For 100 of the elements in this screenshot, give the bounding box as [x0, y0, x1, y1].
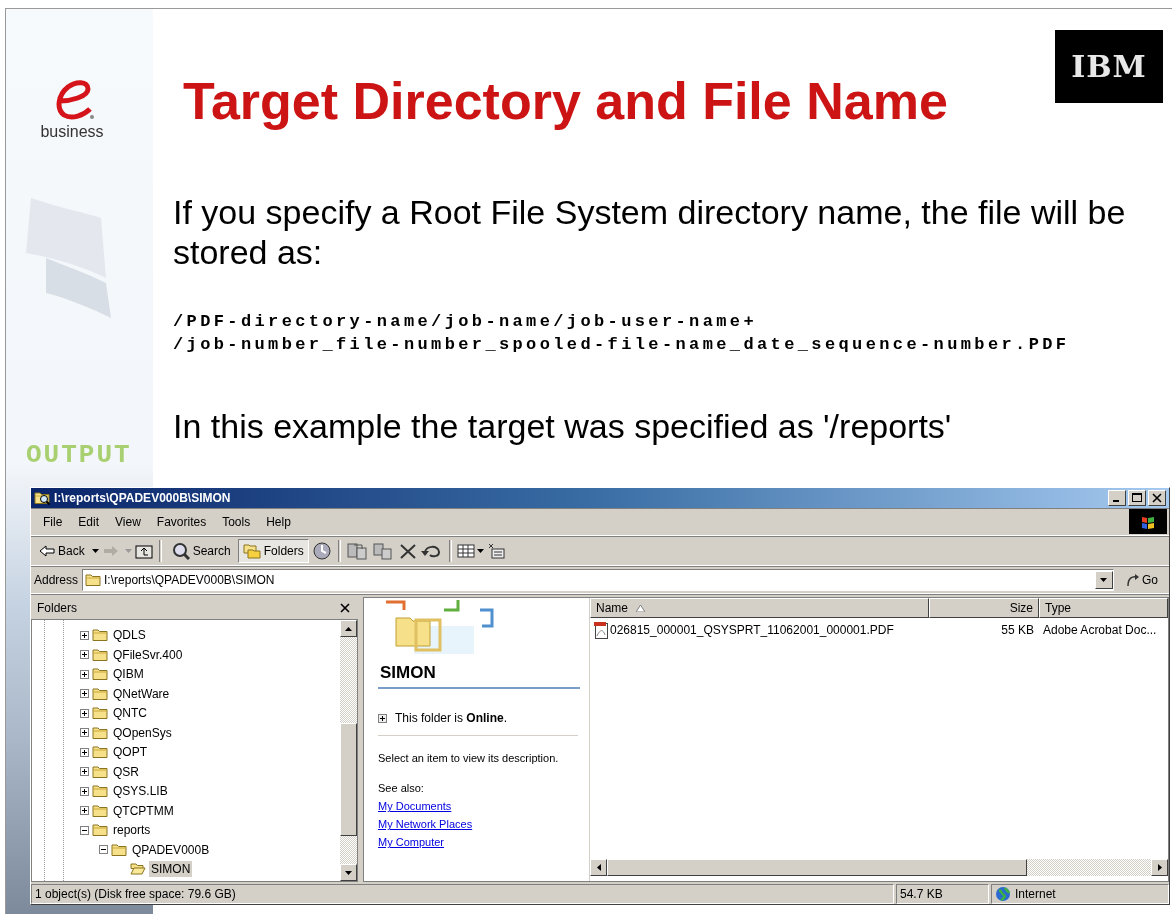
scrollbar-thumb[interactable]	[340, 723, 357, 837]
link[interactable]: My Documents	[378, 800, 452, 813]
expand-icon[interactable]	[80, 630, 89, 640]
tree-item[interactable]: QPADEV000B	[130, 841, 212, 858]
back-arrow-icon	[39, 545, 55, 558]
folder-icon	[111, 841, 127, 858]
scroll-left-icon[interactable]	[596, 864, 601, 872]
menu-item[interactable]: File	[35, 512, 71, 531]
collapse-icon[interactable]	[80, 825, 89, 835]
expand-icon[interactable]	[80, 728, 89, 738]
code-line: /job-number_file-number_spooled-file-name_date_sequence-number.PDF	[173, 334, 1071, 357]
folder-icon	[92, 763, 108, 780]
tree-item[interactable]: SIMON	[149, 861, 193, 878]
folder-icon	[92, 802, 108, 819]
brand-logo: IBM	[1055, 30, 1163, 103]
tree-item[interactable]: QOpenSys	[111, 724, 174, 741]
expand-icon[interactable]	[80, 708, 89, 718]
folder-search-icon	[34, 490, 50, 507]
folder-icon	[92, 744, 108, 761]
column-header[interactable]: Size	[929, 598, 1039, 619]
tree-item[interactable]: QSYS.LIB	[111, 783, 170, 800]
views-icon[interactable]	[456, 543, 475, 560]
dropdown-button[interactable]	[1095, 571, 1113, 590]
pdf-file-icon	[593, 620, 609, 639]
history-icon[interactable]	[310, 541, 333, 562]
caret-icon	[1100, 578, 1108, 583]
expand-icon[interactable]	[80, 786, 89, 796]
up-folder-icon[interactable]	[133, 542, 154, 561]
scroll-down-icon[interactable]	[345, 870, 352, 875]
address-field[interactable]: I:\reports\QPADEV000B\SIMON	[82, 569, 1114, 592]
folder-icon	[92, 666, 108, 683]
folder-icon	[92, 822, 108, 839]
scrollbar-thumb[interactable]	[607, 859, 1027, 877]
folder-icon	[92, 783, 108, 800]
tree-item[interactable]: QOPT	[111, 744, 149, 761]
toggle-button[interactable]: Folders	[237, 539, 309, 564]
open-folder-icon	[130, 861, 146, 878]
tree-item[interactable]: QNetWare	[111, 685, 172, 702]
vertical-scrollbar[interactable]	[340, 620, 357, 882]
column-header[interactable]: Type	[1039, 598, 1168, 619]
folder-icon	[85, 572, 102, 589]
folder-icon	[92, 705, 108, 722]
tree-item[interactable]: QIBM	[111, 666, 146, 683]
caret-icon[interactable]	[476, 549, 484, 554]
folder-icon	[92, 685, 108, 702]
expand-icon[interactable]	[80, 806, 89, 816]
horizontal-scrollbar[interactable]	[590, 859, 1168, 877]
maximize-icon[interactable]	[1128, 490, 1146, 507]
scroll-up-icon[interactable]	[345, 626, 352, 631]
banner-text: OUTPUT	[25, 444, 133, 463]
globe-icon	[995, 886, 1011, 903]
status-size: 54.7 KB	[896, 884, 989, 905]
expand-icon[interactable]	[80, 689, 89, 699]
folder-icon	[92, 627, 108, 644]
menu-item[interactable]: Help	[258, 512, 299, 531]
scroll-right-icon[interactable]	[1157, 864, 1162, 872]
status-zone: Internet	[991, 884, 1169, 905]
magnifier-icon	[171, 542, 190, 561]
menu-item[interactable]: Favorites	[148, 512, 215, 531]
toolbar-button[interactable]: Back	[34, 539, 90, 564]
address-value: I:\reports\QPADEV000B\SIMON	[104, 573, 276, 588]
tree-item[interactable]: QTCPTMM	[111, 802, 176, 819]
address-label: Address	[34, 573, 79, 588]
hint-text: Select an item to view its description.	[378, 752, 559, 765]
folder-heading: SIMON	[378, 660, 580, 690]
file-type: Adobe Acrobat Doc...	[1042, 622, 1158, 637]
menu-item[interactable]: View	[107, 512, 149, 531]
slide-title: Target Directory and File Name	[183, 73, 948, 129]
link[interactable]: My Computer	[378, 836, 445, 849]
toolbar-button[interactable]: Search	[166, 539, 236, 564]
go-button[interactable]: Go	[1118, 573, 1166, 588]
move-to-icon[interactable]	[345, 541, 370, 562]
menu-item[interactable]: Tools	[214, 512, 259, 531]
caret-icon[interactable]	[91, 549, 99, 554]
menu-item[interactable]: Edit	[70, 512, 108, 531]
see-also-label: See also:	[378, 782, 424, 795]
tree-item[interactable]: QFileSvr.400	[111, 646, 185, 663]
status-text: 1 object(s) (Disk free space: 79.6 GB)	[31, 884, 894, 905]
tree-item[interactable]: QSR	[111, 763, 141, 780]
body-paragraph: If you specify a Root File System directory name, the file will be stored as:	[173, 191, 1127, 273]
tree-item[interactable]: QNTC	[111, 705, 149, 722]
close-icon[interactable]	[340, 603, 350, 614]
expand-icon[interactable]	[80, 669, 89, 679]
code-line: /PDF-directory-name/job-name/job-user-name+	[173, 311, 758, 334]
tree-item[interactable]: QDLS	[111, 627, 148, 644]
column-header[interactable]: Name	[590, 598, 929, 619]
expand-icon[interactable]	[80, 747, 89, 757]
expand-icon[interactable]	[378, 713, 387, 723]
file-name[interactable]: 026815_000001_QSYSPRT_11062001_000001.PDF	[610, 622, 894, 637]
tree-item[interactable]: reports	[111, 822, 153, 839]
folders-icon	[242, 543, 261, 560]
window-title: I:\reports\QPADEV000B\SIMON	[54, 491, 232, 506]
minimize-icon[interactable]	[1108, 490, 1126, 507]
folder-icon	[92, 646, 108, 663]
expand-icon[interactable]	[80, 767, 89, 777]
example-text: In this example the target was specified as '/reports'	[173, 405, 953, 447]
collapse-icon[interactable]	[99, 845, 108, 855]
go-arrow-icon	[1126, 573, 1140, 588]
link[interactable]: My Network Places	[378, 818, 473, 831]
expand-icon[interactable]	[80, 650, 89, 660]
